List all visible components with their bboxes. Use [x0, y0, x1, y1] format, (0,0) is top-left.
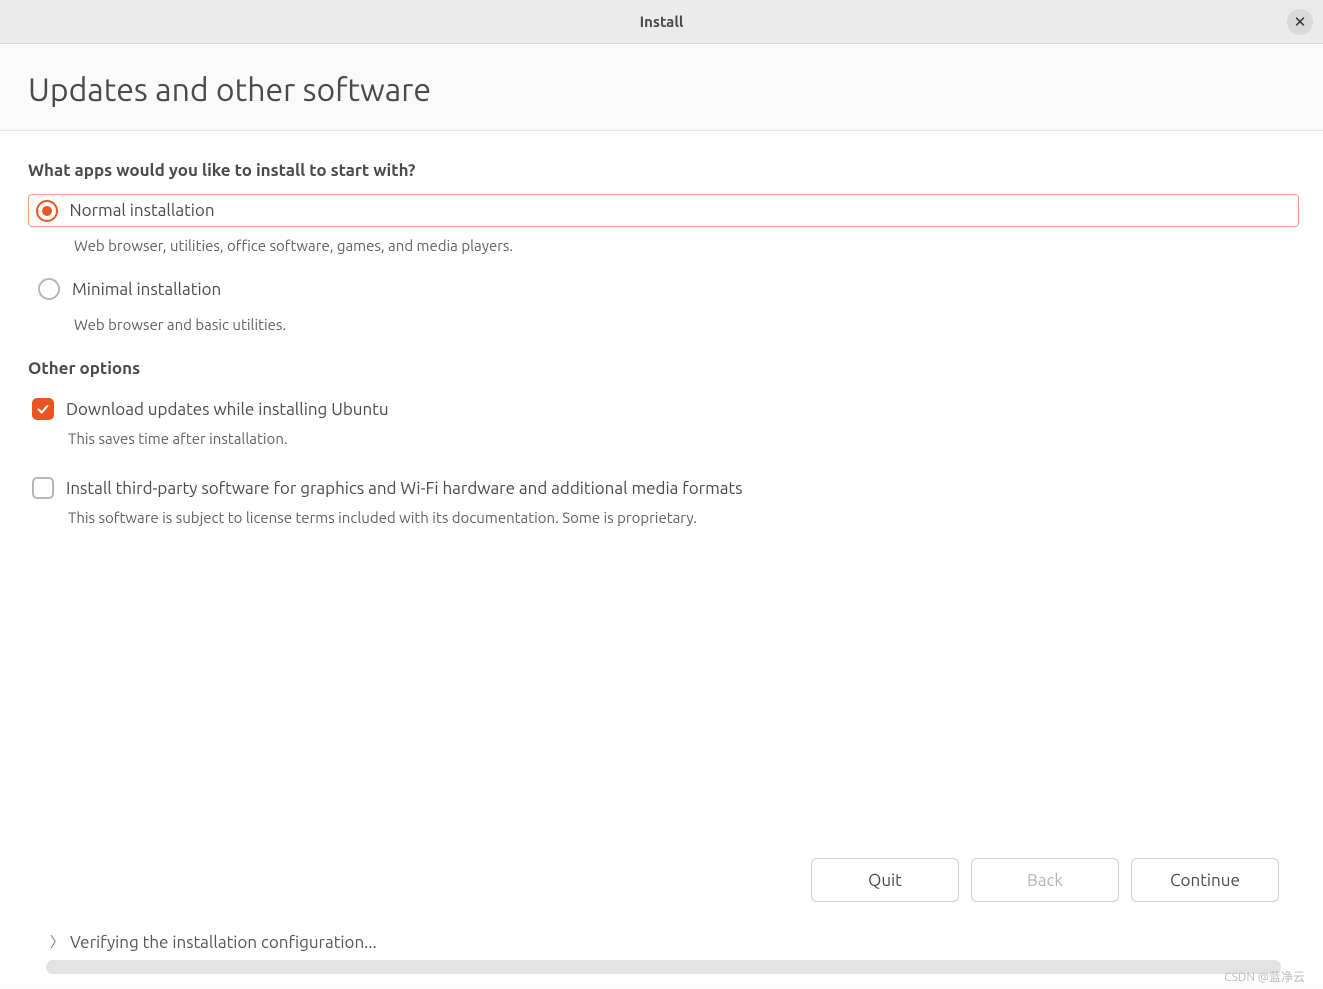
expander-verifying[interactable]: 〉 Verifying the installation configurati… [28, 932, 1299, 960]
scrollbar-horizontal[interactable] [46, 960, 1281, 974]
radio-icon [36, 200, 58, 222]
radio-label: Minimal installation [72, 280, 221, 299]
radio-label: Normal installation [70, 201, 215, 220]
radio-normal-installation[interactable]: Normal installation [28, 194, 1299, 227]
close-icon: ✕ [1294, 13, 1307, 31]
install-type-question: What apps would you like to install to s… [28, 161, 1299, 180]
minimal-installation-desc: Web browser and basic utilities. [74, 316, 1299, 333]
window-title: Install [640, 13, 684, 30]
download-updates-desc: This saves time after installation. [68, 430, 1299, 447]
expander-label: Verifying the installation configuration… [70, 933, 377, 952]
titlebar: Install ✕ [0, 0, 1323, 44]
normal-installation-desc: Web browser, utilities, office software,… [74, 237, 1299, 254]
other-options-heading: Other options [28, 359, 1299, 378]
back-button[interactable]: Back [971, 858, 1119, 902]
checkbox-icon [32, 477, 54, 499]
radio-icon [38, 278, 60, 300]
page-title: Updates and other software [0, 44, 1323, 131]
checkbox-label: Install third-party software for graphic… [66, 479, 743, 498]
checkbox-download-updates[interactable]: Download updates while installing Ubuntu [28, 396, 1299, 422]
button-label: Quit [868, 871, 902, 890]
button-label: Continue [1170, 871, 1240, 890]
button-label: Back [1027, 871, 1063, 890]
chevron-right-icon: 〉 [50, 932, 64, 952]
continue-button[interactable]: Continue [1131, 858, 1279, 902]
quit-button[interactable]: Quit [811, 858, 959, 902]
radio-minimal-installation[interactable]: Minimal installation [30, 272, 1299, 306]
third-party-desc: This software is subject to license term… [68, 509, 1299, 526]
checkbox-third-party[interactable]: Install third-party software for graphic… [28, 475, 1299, 501]
content-area: What apps would you like to install to s… [0, 131, 1323, 984]
checkbox-icon [32, 398, 54, 420]
button-row: Quit Back Continue [28, 858, 1299, 902]
watermark: CSDN @蓝净云 [1224, 968, 1305, 985]
close-button[interactable]: ✕ [1287, 9, 1313, 35]
checkbox-label: Download updates while installing Ubuntu [66, 400, 389, 419]
